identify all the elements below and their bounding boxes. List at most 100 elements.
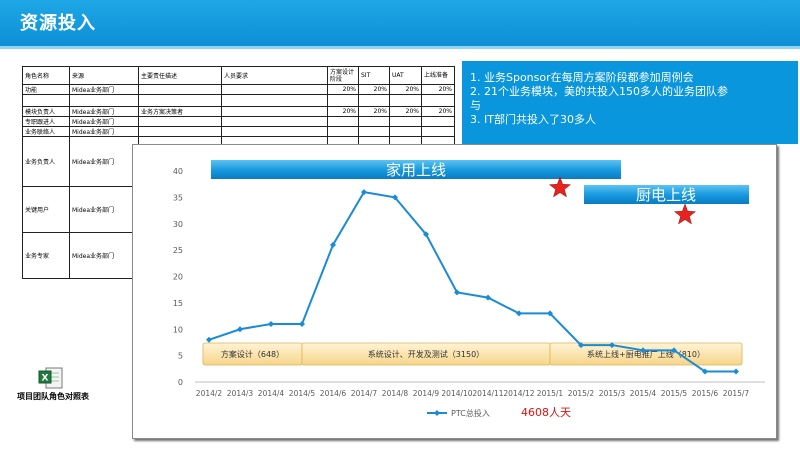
x-tick-label: 2015/7 [723, 389, 750, 398]
table-cell: 专职跟进人 [22, 116, 70, 127]
x-tick-label: 2015/5 [661, 389, 688, 398]
table-header-cell: UAT [389, 66, 422, 85]
x-tick-label: 2015/4 [630, 389, 657, 398]
table-cell [358, 116, 390, 127]
x-tick-label: 2014/8 [382, 389, 409, 398]
data-point [206, 336, 212, 343]
table-row: 专职跟进人 Midea业务部门 [22, 116, 455, 127]
y-tick-label: 20 [173, 273, 183, 282]
table-header-cell: 主要责任描述 [138, 66, 222, 85]
table-cell [327, 126, 359, 137]
phase-bar-label: 方案设计（648） [221, 349, 284, 359]
chart-popup: 0 5 10 15 20 25 30 35 40 2014/2 2014/3 2014/4 2014/5… [132, 144, 777, 439]
table-cell [389, 116, 422, 127]
table-cell: 业务方案决策者 [138, 106, 222, 117]
table-cell: Midea业务部门 [69, 84, 139, 95]
y-tick-label: 15 [173, 299, 183, 308]
banner-kitchen-launch-label: 厨电上线 [636, 186, 696, 204]
table-cell [389, 126, 422, 137]
table-cell [138, 94, 222, 107]
legend-label: PTC总投入 [451, 408, 490, 418]
y-tick-label: 10 [173, 325, 183, 334]
table-cell: Midea业务部门 [69, 106, 139, 117]
note-line-2: 2. 21个业务模块，美的共投入150多人的业务团队参 [470, 85, 728, 98]
table-cell [389, 94, 422, 107]
table-cell [421, 126, 455, 137]
table-cell: 业务联络人 [22, 126, 70, 137]
note-line-3: 3. IT部门共投入了30多人 [470, 113, 596, 126]
table-cell: 功能 [22, 84, 70, 95]
line-chart: 0 5 10 15 20 25 30 35 40 2014/2 2014/3 2014/4 2014/5… [173, 160, 765, 419]
table-header-cell: 角色名称 [22, 66, 70, 85]
header-divider [0, 46, 800, 49]
table-cell: 20% [358, 84, 390, 95]
table-cell: 20% [421, 84, 455, 95]
table-cell [327, 94, 359, 107]
table-cell [22, 94, 70, 107]
header-bar: 资源投入 [0, 0, 800, 46]
data-point [733, 368, 739, 375]
table-cell: 20% [389, 106, 422, 117]
table-cell: 业务负责人 [22, 136, 70, 187]
x-tick-label: 2014/7 [351, 389, 378, 398]
table-cell: 20% [389, 84, 422, 95]
table-header-cell: 方案设计阶段 [327, 66, 359, 85]
x-tick-label: 2014/5 [289, 389, 316, 398]
table-header-row: 角色名称 来源 主要责任描述 人员要求 方案设计阶段 SIT UAT 上线准备 [22, 66, 455, 85]
x-tick-label: 2014/12 [503, 389, 534, 398]
y-tick-label: 35 [173, 193, 183, 202]
y-tick-label: 0 [178, 378, 183, 387]
data-point [299, 320, 305, 327]
total-effort-label: 4608人天 [521, 406, 571, 419]
table-header-cell: SIT [358, 66, 390, 85]
page-title: 资源投入 [20, 13, 96, 34]
table-cell [138, 126, 222, 137]
svg-text:X: X [42, 374, 49, 384]
table-cell [221, 126, 328, 137]
table-cell: Midea业务部门 [69, 116, 139, 127]
data-point [268, 320, 274, 327]
x-tick-label: 2014/9 [413, 389, 440, 398]
y-tick-label: 25 [173, 246, 183, 255]
table-row [22, 94, 455, 107]
banner-home-launch-label: 家用上线 [386, 161, 446, 179]
table-cell [221, 94, 328, 107]
star-icon [548, 176, 572, 198]
legend-marker [434, 410, 440, 416]
notes-box: 1. 业务Sponsor在每周方案阶段都参加周例会 2. 21个业务模块，美的共… [462, 61, 798, 144]
table-cell: 20% [358, 106, 390, 117]
star-icon [673, 203, 697, 225]
x-tick-label: 2014/11 [472, 389, 503, 398]
x-tick-label: 2015/6 [692, 389, 719, 398]
y-tick-label: 30 [173, 220, 183, 229]
table-cell: Midea业务部门 [69, 186, 139, 233]
x-tick-label: 2014/3 [227, 389, 254, 398]
table-header-cell: 来源 [69, 66, 139, 85]
y-tick-label: 5 [178, 352, 183, 361]
table-cell: 关键用户 [22, 186, 70, 233]
table-cell [221, 84, 328, 95]
table-header-cell: 人员要求 [221, 66, 328, 85]
x-tick-label: 2015/1 [537, 389, 564, 398]
note-line-2-cont: 与 [470, 99, 481, 112]
table-cell [221, 116, 328, 127]
table-cell: Midea业务部门 [69, 136, 139, 187]
x-tick-label: 2014/2 [196, 389, 223, 398]
table-header-cell: 上线准备 [421, 66, 455, 85]
embedded-file-caption: 项目团队角色对照表 [17, 392, 89, 401]
table-cell [358, 126, 390, 137]
table-row: 业务联络人 Midea业务部门 [22, 126, 455, 137]
table-cell [138, 84, 222, 95]
table-cell [138, 116, 222, 127]
x-tick-label: 2015/2 [568, 389, 595, 398]
table-cell [421, 94, 455, 107]
note-line-1: 1. 业务Sponsor在每周方案阶段都参加周例会 [470, 71, 694, 84]
table-cell [421, 116, 455, 127]
table-row: 功能 Midea业务部门 20% 20% 20% 20% [22, 84, 455, 95]
table-cell: 20% [327, 84, 359, 95]
table-cell: 20% [327, 106, 359, 117]
table-cell [221, 106, 328, 117]
phase-bar-label: 系统设计、开发及测试（3150） [368, 349, 484, 359]
x-tick-label: 2014/10 [441, 389, 472, 398]
excel-file-icon[interactable]: X [38, 367, 64, 389]
